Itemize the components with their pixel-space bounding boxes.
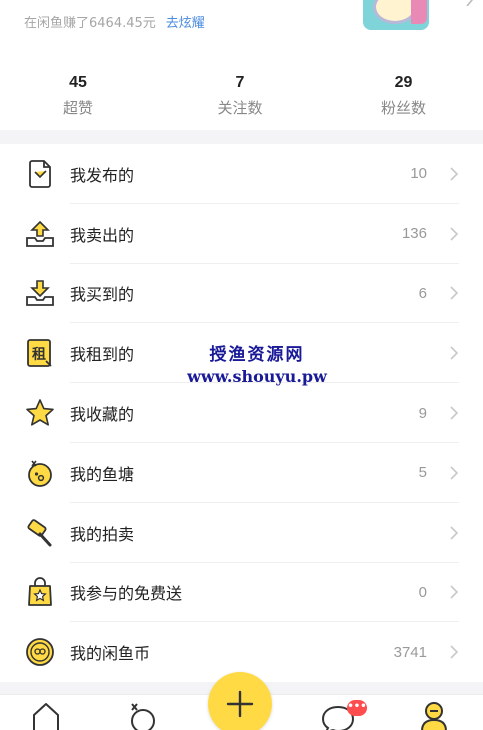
chevron-right-icon	[450, 466, 459, 480]
chevron-right-icon	[450, 526, 459, 540]
chevron-right-icon	[450, 167, 459, 181]
watermark-url: www.shouyu.pw	[187, 367, 327, 386]
fishpond-icon	[28, 460, 52, 487]
coin-icon	[26, 638, 54, 667]
star-icon	[26, 399, 54, 426]
stat-likes[interactable]: 45 超赞	[0, 72, 156, 130]
profile-tab-icon[interactable]	[416, 701, 452, 730]
menu-item-label: 我买到的	[70, 285, 135, 305]
free-gift-icon	[28, 577, 52, 607]
menu-item-count: 3741	[393, 643, 427, 661]
stat-label: 粉丝数	[380, 99, 426, 117]
watermark: 授渔资源网 www.shouyu.pw	[172, 340, 342, 386]
menu-item-published[interactable]: 我发布的 10	[0, 144, 483, 204]
stat-label: 关注数	[217, 99, 263, 117]
message-badge: •••	[347, 700, 367, 716]
chevron-right-icon	[450, 645, 459, 659]
menu-item-count: 5	[418, 464, 427, 482]
chevron-right-icon	[450, 406, 459, 420]
chevron-right-icon	[450, 286, 459, 301]
section-divider	[0, 130, 483, 144]
profile-header: 在闲鱼赚了6464.45元 去炫耀	[0, 0, 483, 60]
post-item-button[interactable]	[208, 672, 272, 730]
stats-bar: 45 超赞 7 关注数 29 粉丝数	[0, 72, 483, 130]
menu-item-label: 我的闲鱼币	[70, 644, 151, 664]
rented-icon: 租	[27, 339, 52, 368]
published-icon	[29, 159, 51, 188]
show-off-link[interactable]: 去炫耀	[166, 16, 205, 31]
menu-item-count: 9	[418, 404, 427, 422]
watermark-title: 授渔资源网	[209, 345, 305, 365]
menu-item-label: 我租到的	[70, 345, 135, 365]
menu-item-sold[interactable]: 我卖出的 136	[0, 204, 483, 264]
menu-item-count: 10	[410, 165, 427, 183]
fishpond-tab-icon[interactable]	[124, 701, 160, 730]
menu-item-label: 我的鱼塘	[70, 464, 135, 484]
menu-item-count: 136	[401, 225, 427, 243]
home-icon[interactable]	[28, 701, 64, 730]
menu-item-count: 6	[418, 284, 427, 302]
earnings-text: 在闲鱼赚了6464.45元	[24, 16, 156, 31]
sold-icon	[26, 220, 54, 247]
stat-value: 7	[235, 74, 245, 91]
menu-item-count: 0	[418, 583, 427, 601]
auction-hammer-icon	[27, 518, 52, 547]
chevron-right-icon	[450, 585, 459, 600]
chevron-right-icon	[450, 346, 459, 360]
stat-label: 超赞	[62, 99, 93, 117]
bought-icon	[26, 280, 54, 307]
menu-item-label: 我收藏的	[70, 405, 135, 425]
menu-item-bought[interactable]: 我买到的 6	[0, 264, 483, 324]
stat-following[interactable]: 7 关注数	[156, 72, 324, 130]
stat-value: 45	[69, 74, 87, 91]
menu-item-favorites[interactable]: 我收藏的 9	[0, 383, 483, 443]
chevron-right-icon	[450, 227, 459, 241]
stat-followers[interactable]: 29 粉丝数	[324, 72, 483, 130]
menu-item-fishpond[interactable]: 我的鱼塘 5	[0, 443, 483, 503]
menu-item-label: 我参与的免费送	[70, 584, 183, 604]
earnings-line: 在闲鱼赚了6464.45元 去炫耀	[24, 12, 205, 31]
menu-item-label: 我的拍卖	[70, 524, 135, 544]
menu-item-label: 我卖出的	[70, 225, 135, 245]
menu-item-auction[interactable]: 我的拍卖	[0, 503, 483, 563]
stat-value: 29	[394, 74, 413, 91]
menu-item-free-gift[interactable]: 我参与的免费送 0	[0, 563, 483, 623]
rented-icon-char: 租	[32, 346, 46, 363]
menu-item-label: 我发布的	[70, 165, 135, 185]
menu-list: 我发布的 10 我卖出的 136 我买到的 6 租 我租到的 我收藏的 9 我的…	[0, 144, 483, 682]
plus-icon	[226, 690, 254, 718]
chevron-right-icon[interactable]	[465, 0, 475, 6]
badge-illustration-icon[interactable]	[363, 0, 429, 30]
